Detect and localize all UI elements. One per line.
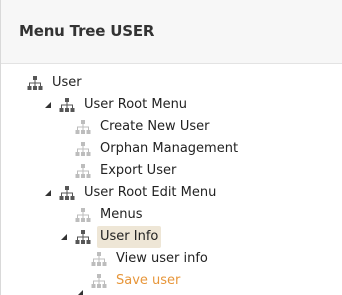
tree-node-export-user[interactable]: Export User	[75, 160, 179, 182]
sitemap-leaf-icon	[75, 207, 91, 223]
sitemap-leaf-icon	[75, 141, 91, 157]
tree-node-partial[interactable]	[75, 288, 91, 295]
tree-node-view-user-info[interactable]: View user info	[91, 248, 211, 270]
tree-node-label: Orphan Management	[100, 141, 239, 156]
tree-node-user-root-edit-menu[interactable]: User Root Edit Menu	[43, 182, 219, 204]
tree-node-label: Save user	[116, 273, 181, 288]
tree-node-create-new-user[interactable]: Create New User	[75, 116, 212, 138]
expanded-triangle-icon[interactable]	[75, 288, 85, 295]
menu-tree-panel: Menu Tree USER User User Root Menu Creat…	[0, 0, 342, 295]
tree-node-label: Export User	[100, 163, 177, 178]
tree-node-label: User Root Edit Menu	[84, 185, 217, 200]
tree-node-label: Menus	[100, 207, 143, 222]
tree-node-orphan-management[interactable]: Orphan Management	[75, 138, 241, 160]
tree-node-label: User	[52, 75, 82, 90]
tree-node-user[interactable]: User	[27, 72, 85, 94]
tree-node-label: User Root Menu	[84, 97, 188, 112]
sitemap-leaf-icon	[75, 119, 91, 135]
sitemap-icon	[59, 97, 75, 113]
panel-title: Menu Tree USER	[19, 22, 155, 40]
tree-node-user-info[interactable]: User Info	[59, 226, 162, 248]
tree-node-save-user[interactable]: Save user	[91, 270, 183, 292]
tree-node-user-root-menu[interactable]: User Root Menu	[43, 94, 190, 116]
expanded-triangle-icon[interactable]	[43, 100, 53, 110]
sitemap-icon	[75, 229, 91, 245]
sitemap-leaf-icon	[91, 251, 107, 267]
panel-header: Menu Tree USER	[1, 0, 342, 64]
expanded-triangle-icon[interactable]	[43, 188, 53, 198]
sitemap-icon	[27, 75, 43, 91]
sitemap-icon	[59, 185, 75, 201]
sitemap-leaf-icon	[91, 273, 107, 289]
sitemap-leaf-icon	[75, 163, 91, 179]
tree-node-label: Create New User	[100, 119, 210, 134]
menu-tree: User User Root Menu Create New User Orph…	[1, 64, 342, 295]
tree-node-label: User Info	[97, 226, 162, 248]
expanded-triangle-icon[interactable]	[59, 232, 69, 242]
tree-node-menus[interactable]: Menus	[75, 204, 145, 226]
tree-node-label: View user info	[116, 251, 208, 266]
